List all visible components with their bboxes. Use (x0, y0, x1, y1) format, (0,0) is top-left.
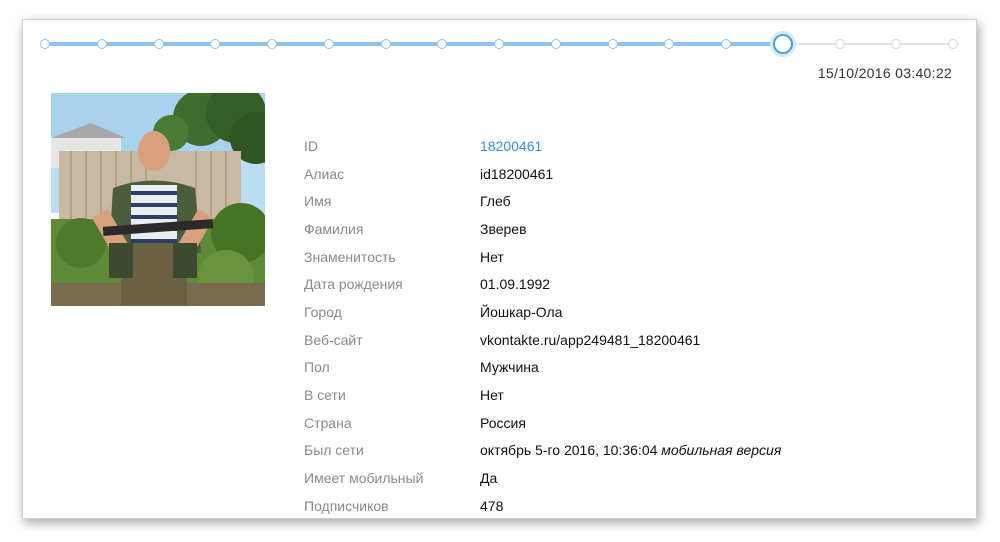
profile-row: Фамилия Зверев (304, 215, 781, 243)
profile-field-value-text: 01.09.1992 (480, 276, 551, 293)
profile-field-value: Глеб (480, 193, 511, 209)
profile-field-value: Нет (480, 249, 504, 265)
profile-field-value-text: 478 (480, 497, 504, 514)
profile-field-value: vkontakte.ru/app249481_18200461 (480, 332, 700, 348)
profile-field-label: Алиас (304, 165, 345, 182)
profile-row: Имеет мобильный Да (304, 464, 781, 492)
timeline-point[interactable] (380, 39, 391, 49)
timeline-point[interactable] (948, 39, 958, 49)
profile-field-value-text: 18200461 (480, 137, 543, 154)
timeline-point[interactable] (323, 39, 334, 49)
profile-field-value-text: Зверев (480, 220, 527, 237)
profile-field-value: Нет (480, 387, 504, 403)
profile-row: Город Йошкар-Ола (304, 298, 781, 326)
profile-row: В сети Нет (304, 381, 781, 409)
profile-field-value-text: октябрь 5-го 2016, 10:36:04 (480, 442, 658, 459)
snapshot-timestamp: 15/10/2016 03:40:22 (817, 65, 952, 81)
profile-field-value-text: Нет (480, 387, 504, 404)
history-timeline[interactable] (40, 34, 958, 54)
profile-details: ID 18200461 Алиас id18200461 Имя Глеб Фамилия З… (304, 132, 781, 518)
profile-field-value: 478 (480, 498, 503, 514)
profile-field-label: Пол (304, 359, 330, 376)
profile-field-label: В сети (304, 387, 346, 404)
profile-row: Алиас id18200461 (304, 160, 781, 188)
profile-row: Дата рождения 01.09.1992 (304, 270, 781, 298)
profile-field-value: Да (480, 470, 497, 486)
timeline-point[interactable] (153, 39, 164, 49)
profile-field-value-text: Нет (480, 248, 504, 265)
profile-field-label: Подписчиков (304, 497, 389, 514)
timeline-point[interactable] (550, 39, 561, 49)
profile-photo-image (51, 93, 265, 306)
timeline-point-current[interactable] (772, 34, 793, 54)
timeline-point[interactable] (494, 39, 504, 49)
timeline-point[interactable] (607, 39, 618, 49)
profile-field-label: Дата рождения (304, 276, 403, 293)
profile-row: Был сети октябрь 5-го 2016, 10:36:04 моби… (304, 437, 781, 465)
timeline-point[interactable] (40, 39, 50, 49)
profile-field-label: Имя (304, 193, 332, 210)
profile-row: Знаменитость Нет (304, 243, 781, 271)
profile-row: Подписчиков 478 (304, 492, 781, 518)
profile-field-value-text: Да (480, 470, 498, 487)
profile-row: ID 18200461 (304, 132, 781, 160)
profile-field-value: Мужчина (480, 359, 539, 375)
profile-field-value: Зверев (480, 221, 527, 237)
profile-field-label: Знаменитость (304, 248, 396, 265)
profile-field-label: Имеет мобильный (304, 470, 424, 487)
profile-field-value-text: Мужчина (480, 359, 539, 376)
timeline-point[interactable] (267, 39, 277, 49)
profile-field-value: Россия (480, 415, 526, 431)
timeline-point[interactable] (210, 39, 221, 49)
profile-field-value-text: Глеб (480, 193, 511, 210)
profile-field-label: Страна (304, 414, 352, 431)
profile-row: Пол Мужчина (304, 354, 781, 382)
profile-row: Имя Глеб (304, 187, 781, 215)
timeline-point[interactable] (834, 39, 845, 49)
profile-field-label: Был сети (304, 442, 364, 459)
profile-field-value-text: id18200461 (480, 165, 554, 182)
profile-card: 15/10/2016 03:40:22 ID 18200461 Алиас id… (22, 19, 977, 519)
profile-field-value: 01.09.1992 (480, 276, 550, 292)
timeline-point[interactable] (721, 39, 731, 49)
profile-field-label: Фамилия (304, 220, 364, 237)
profile-field-value-text: Россия (480, 414, 526, 431)
profile-field-value: Йошкар-Ола (480, 304, 562, 320)
profile-field-label: ID (304, 137, 318, 154)
profile-photo (51, 93, 265, 306)
profile-field-label: Веб-сайт (304, 331, 363, 348)
timeline-point[interactable] (96, 39, 107, 49)
profile-field-label: Город (304, 303, 342, 320)
profile-row: Страна Россия (304, 409, 781, 437)
profile-field-value-text: vkontakte.ru/app249481_18200461 (480, 331, 701, 348)
profile-field-value: id18200461 (480, 166, 553, 182)
profile-row: Веб-сайт vkontakte.ru/app249481_18200461 (304, 326, 781, 354)
profile-field-value-text: Йошкар-Ола (480, 303, 563, 320)
timeline-point[interactable] (664, 39, 675, 49)
timeline-point[interactable] (891, 39, 902, 49)
timeline-point[interactable] (437, 39, 448, 49)
profile-field-value: октябрь 5-го 2016, 10:36:04 мобильная ве… (480, 442, 781, 458)
profile-field-value-note: мобильная версия (661, 442, 782, 459)
profile-id-link[interactable]: 18200461 (480, 138, 542, 154)
